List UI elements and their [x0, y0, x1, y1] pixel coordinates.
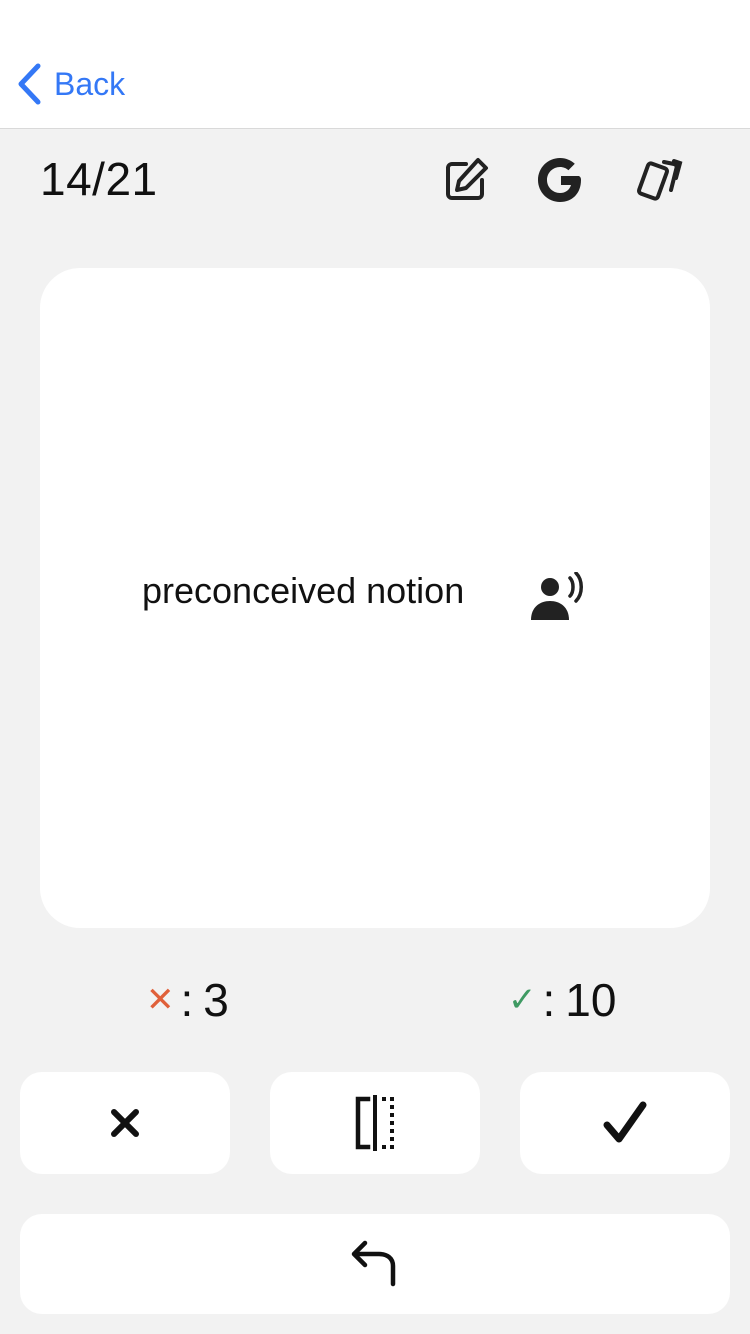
back-label: Back: [54, 65, 126, 102]
right-score: ✓ : 10: [508, 972, 616, 1028]
edit-icon: [446, 158, 488, 200]
wrong-mark-icon: ✕: [146, 981, 175, 1019]
cards-button[interactable]: [630, 150, 690, 210]
edit-button[interactable]: [436, 150, 496, 210]
card-counter: 14/21: [40, 153, 158, 205]
wrong-score: ✕ : 3: [146, 972, 229, 1028]
right-separator: :: [542, 974, 556, 1026]
wrong-count: 3: [203, 974, 229, 1026]
speaking-person-icon: [531, 571, 583, 620]
back-button[interactable]: Back: [14, 58, 125, 110]
flip-card-icon: [355, 1095, 394, 1151]
mark-wrong-button[interactable]: [20, 1072, 230, 1174]
speak-button[interactable]: [526, 571, 590, 624]
right-count: 10: [565, 974, 617, 1026]
x-icon: [111, 1109, 139, 1137]
google-search-button[interactable]: [530, 150, 590, 210]
cards-icon: [636, 159, 683, 201]
right-mark-icon: ✓: [508, 981, 537, 1019]
card-word: preconceived notion: [142, 570, 465, 611]
wrong-separator: :: [180, 974, 194, 1026]
undo-button[interactable]: [20, 1214, 730, 1314]
google-icon: [538, 158, 581, 202]
undo-arrow-icon: [351, 1240, 396, 1287]
chevron-left-icon: [18, 63, 41, 105]
flashcard[interactable]: preconceived notion: [40, 268, 710, 928]
flip-card-button[interactable]: [270, 1072, 480, 1174]
mark-right-button[interactable]: [520, 1072, 730, 1174]
checkmark-icon: [603, 1101, 647, 1143]
navigation-bar: Back: [0, 0, 750, 129]
